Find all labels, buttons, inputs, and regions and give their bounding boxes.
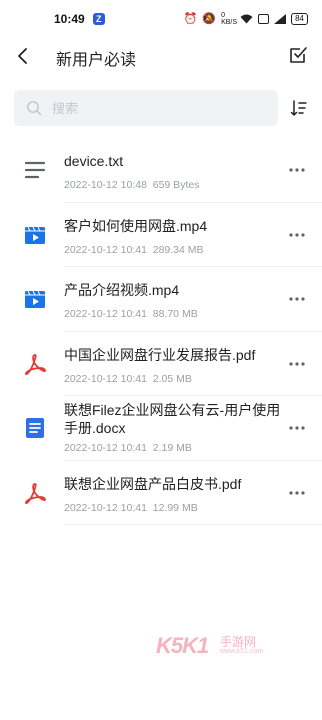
pdf-file-icon bbox=[25, 353, 46, 375]
app-notification-icon: Z bbox=[92, 13, 105, 25]
file-date: 2022-10-12 10:41 bbox=[64, 308, 147, 320]
status-time: 10:49 bbox=[54, 12, 85, 26]
status-bar: 10:49 Z ⏰ 🔕 0 KB/S 84 bbox=[0, 0, 322, 38]
battery-indicator: 84 bbox=[291, 13, 308, 25]
search-input[interactable] bbox=[52, 100, 252, 116]
file-name: device.txt bbox=[64, 153, 124, 169]
net-speed: 0 KB/S bbox=[221, 12, 238, 26]
watermark-brand: K5K1 bbox=[156, 633, 209, 658]
file-list: device.txt 2022-10-12 10:48 659 Bytes 客户… bbox=[0, 138, 322, 525]
video-file-icon bbox=[25, 291, 45, 309]
watermark-url: www.k51.com bbox=[220, 648, 264, 655]
multi-select-icon[interactable] bbox=[288, 45, 308, 65]
title-bar: 新用户必读 bbox=[0, 38, 322, 74]
file-row[interactable]: 联想企业网盘产品白皮书.pdf 2022-10-12 10:41 12.99 M… bbox=[0, 461, 322, 525]
more-options-icon[interactable] bbox=[288, 232, 306, 238]
file-meta: 2022-10-12 10:41 2.05 MB bbox=[64, 372, 192, 386]
file-date: 2022-10-12 10:41 bbox=[64, 243, 147, 256]
file-meta: 2022-10-12 10:48 659 Bytes bbox=[64, 178, 199, 192]
page-title: 新用户必读 bbox=[56, 52, 137, 69]
more-options-icon[interactable] bbox=[288, 167, 306, 173]
file-size: 2.05 MB bbox=[152, 372, 192, 385]
row-divider bbox=[64, 524, 322, 525]
file-date: 2022-10-12 10:41 bbox=[64, 442, 147, 454]
file-size: 659 Bytes bbox=[152, 179, 200, 191]
file-name: 联想企业网盘产品白皮书.pdf bbox=[64, 475, 242, 492]
more-options-icon[interactable] bbox=[288, 490, 306, 496]
file-row[interactable]: 联想Filez企业网盘公有云-用户使用手册.docx 2022-10-12 10… bbox=[0, 396, 322, 461]
file-date: 2022-10-12 10:48 bbox=[64, 179, 147, 191]
file-meta: 2022-10-12 10:41 289.34 MB bbox=[64, 243, 204, 257]
file-name: 产品介绍视频.mp4 bbox=[64, 282, 180, 298]
search-box[interactable] bbox=[14, 90, 278, 126]
file-name: 中国企业网盘行业发展报告.pdf bbox=[64, 346, 256, 363]
file-size: 289.34 MB bbox=[152, 243, 204, 256]
sort-icon[interactable] bbox=[290, 98, 308, 118]
mute-icon: 🔕 bbox=[202, 13, 217, 25]
file-name: 客户如何使用网盘.mp4 bbox=[64, 217, 208, 234]
file-size: 88.70 MB bbox=[152, 308, 198, 320]
file-date: 2022-10-12 10:41 bbox=[64, 372, 147, 385]
file-meta: 2022-10-12 10:41 12.99 MB bbox=[64, 501, 198, 515]
file-meta: 2022-10-12 10:41 2.19 MB bbox=[64, 441, 192, 455]
file-size: 12.99 MB bbox=[152, 501, 198, 514]
file-row[interactable]: 中国企业网盘行业发展报告.pdf 2022-10-12 10:41 2.05 M… bbox=[0, 332, 322, 396]
more-options-icon[interactable] bbox=[288, 425, 306, 431]
more-options-icon[interactable] bbox=[288, 296, 306, 302]
text-file-icon bbox=[24, 162, 46, 179]
file-row[interactable]: 客户如何使用网盘.mp4 2022-10-12 10:41 289.34 MB bbox=[0, 203, 322, 267]
wifi-icon bbox=[240, 14, 253, 24]
sim-icon bbox=[258, 14, 270, 24]
more-options-icon[interactable] bbox=[288, 361, 306, 367]
file-size: 2.19 MB bbox=[152, 442, 192, 454]
file-meta: 2022-10-12 10:41 88.70 MB bbox=[64, 307, 198, 321]
doc-file-icon bbox=[26, 418, 44, 439]
file-row[interactable]: 产品介绍视频.mp4 2022-10-12 10:41 88.70 MB bbox=[0, 267, 322, 332]
status-icons: ⏰ 🔕 0 KB/S 84 bbox=[184, 12, 308, 26]
video-file-icon bbox=[25, 226, 45, 244]
signal-icon bbox=[274, 14, 287, 24]
file-row[interactable]: device.txt 2022-10-12 10:48 659 Bytes bbox=[0, 138, 322, 203]
file-date: 2022-10-12 10:41 bbox=[64, 501, 147, 514]
search-icon bbox=[27, 101, 42, 116]
file-name: 联想Filez企业网盘公有云-用户使用手册.docx bbox=[64, 402, 281, 436]
watermark-logo: K5K1 手游网 www.k51.com bbox=[156, 631, 276, 661]
alarm-icon: ⏰ bbox=[183, 13, 198, 25]
back-arrow-icon[interactable] bbox=[14, 46, 32, 66]
pdf-file-icon bbox=[25, 482, 46, 504]
